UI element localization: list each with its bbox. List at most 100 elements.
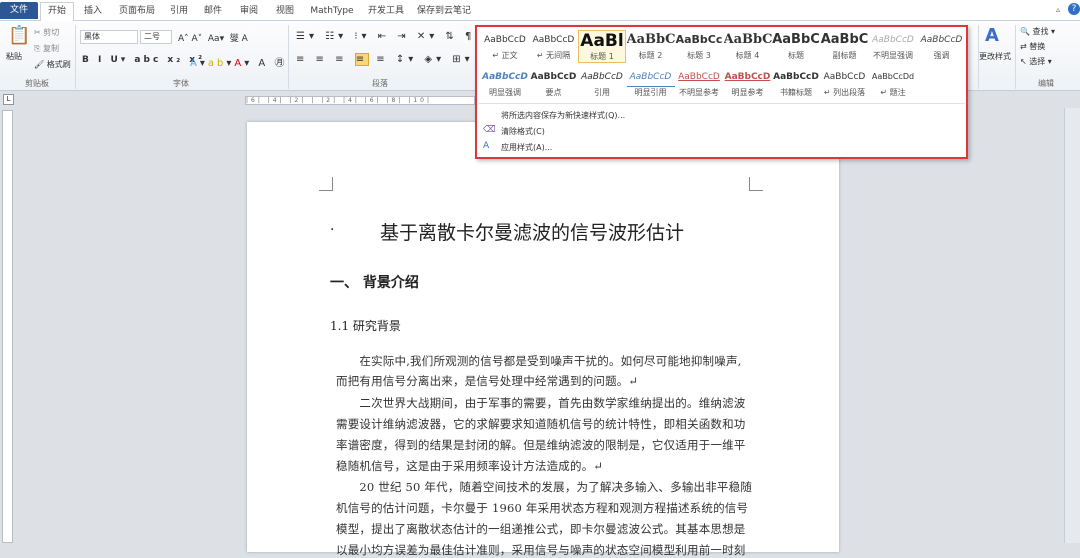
style-要点[interactable]: AaBbCcD 要点 bbox=[530, 67, 578, 98]
style-name: 引用 bbox=[594, 88, 610, 97]
tab-review[interactable]: 审阅 bbox=[234, 3, 264, 21]
style-列出段落[interactable]: AaBbCcD ↵ 列出段落 bbox=[821, 67, 869, 98]
style-name: 不明显强调 bbox=[873, 51, 913, 60]
style-强调[interactable]: AaBbCcD 强调 bbox=[918, 30, 966, 61]
style-preview: AaBbCcD bbox=[626, 67, 675, 87]
style-标题[interactable]: AaBbC 标题 bbox=[772, 30, 820, 61]
clear-format-icon: ⌫ bbox=[483, 125, 496, 135]
style-name: 明显强调 bbox=[489, 88, 521, 97]
style-preview: AaBbCcD bbox=[872, 35, 914, 45]
style-明显强调[interactable]: AaBbCcD 明显强调 bbox=[481, 67, 529, 98]
style-标题2[interactable]: AaBbC 标题 2 bbox=[627, 30, 675, 61]
body-line: 率谱密度，得到的结果是封闭的解。但是维纳滤波的限制是，它仅适用于一维平 bbox=[336, 438, 746, 452]
style-preview: AaBl bbox=[580, 31, 624, 51]
tab-mailings[interactable]: 邮件 bbox=[198, 3, 228, 21]
format-painter-button[interactable]: 🖌 格式刷 bbox=[34, 59, 71, 70]
body-line: 模型，提出了离散状态估计的一组递推公式，即卡尔曼滤波公式。其基本思想是 bbox=[336, 522, 746, 536]
save-quick-style-menu-item[interactable]: 将所选内容保存为新快速样式(Q)... bbox=[501, 110, 625, 121]
style-preview: AaBbCcD bbox=[484, 35, 526, 45]
style-明显参考[interactable]: AaBbCcD 明显参考 bbox=[724, 67, 772, 98]
cut-button[interactable]: ✂ 剪切 bbox=[34, 27, 59, 38]
minimize-ribbon-icon[interactable]: ▵ bbox=[1056, 5, 1060, 14]
paste-button[interactable]: 粘贴 bbox=[6, 51, 22, 62]
styles-gallery-dropdown: AaBbCcD ↵ 正文 AaBbCcD ↵ 无间隔 AaBl 标题 1 AaBbC 标题 2… bbox=[475, 25, 968, 159]
style-题注[interactable]: AaBbCcDd ↵ 题注 bbox=[869, 67, 917, 98]
clear-formatting-menu-item[interactable]: 清除格式(C) bbox=[501, 126, 545, 137]
style-preview: AaBbCcD bbox=[678, 72, 720, 82]
style-name: ↵ 列出段落 bbox=[823, 88, 866, 97]
list-buttons[interactable]: ☰▾ ☷▾ ⁝▾ ⇤ ⇥ ✕▾ ⇅ ¶ bbox=[296, 31, 475, 42]
document-title: 基于离散卡尔曼滤波的信号波形估计 bbox=[380, 222, 685, 244]
tab-file[interactable]: 文件 bbox=[0, 2, 38, 19]
alignment-buttons[interactable]: ≡ ≡ ≡ ≡ ≡ ↕▾ ◈▾ ⊞▾ bbox=[296, 53, 474, 66]
style-preview: AaBbCcD bbox=[724, 72, 771, 82]
style-preview: AaBbCcD bbox=[532, 35, 575, 45]
tab-references[interactable]: 引用 bbox=[164, 3, 194, 21]
style-name: ↵ 无间隔 bbox=[536, 51, 571, 60]
style-preview: AaBbCcD bbox=[530, 72, 577, 82]
format-painter-label: 格式刷 bbox=[46, 60, 71, 69]
tab-selector[interactable]: L bbox=[3, 94, 14, 105]
style-书籍标题[interactable]: AaBbCcD 书籍标题 bbox=[772, 67, 820, 98]
tab-view[interactable]: 视图 bbox=[270, 3, 300, 21]
style-副标题[interactable]: AaBbC 副标题 bbox=[821, 30, 869, 61]
style-标题3[interactable]: AaBbCc 标题 3 bbox=[675, 30, 723, 61]
heading-2: 1.1 研究背景 bbox=[330, 319, 401, 333]
group-font: 字体 bbox=[173, 79, 189, 88]
help-icon[interactable]: ? bbox=[1068, 3, 1080, 15]
style-name: 要点 bbox=[545, 88, 562, 97]
tab-home[interactable]: 开始 bbox=[40, 2, 74, 22]
style-preview: AaBbCcD bbox=[823, 72, 866, 82]
change-styles-icon[interactable]: A bbox=[985, 25, 999, 46]
font-format-buttons[interactable]: B I U▾ abc x₂ x² bbox=[82, 55, 205, 65]
tab-page-layout[interactable]: 页面布局 bbox=[112, 3, 162, 21]
style-preview: AaBbC bbox=[626, 32, 675, 47]
style-不明显强调[interactable]: AaBbCcD 不明显强调 bbox=[869, 30, 917, 61]
find-label: 查找 bbox=[1032, 27, 1049, 36]
style-标题4[interactable]: AaBbC 标题 4 bbox=[724, 30, 772, 61]
tab-cloud-notes[interactable]: 保存到云笔记 bbox=[416, 3, 472, 21]
body-line: 在实际中,我们所观测的信号都是受到噪声干扰的。如何尽可能地抑制噪声, bbox=[336, 354, 742, 368]
replace-button[interactable]: ⇄ 替换 bbox=[1020, 41, 1045, 52]
font-name-select[interactable]: 黑体 bbox=[80, 30, 138, 44]
body-line: 以最小均方误差为最佳估计准则，采用信号与噪声的状态空间模型利用前一时刻 bbox=[336, 543, 746, 557]
cut-label: 剪切 bbox=[43, 28, 60, 37]
style-preview: AaBbC bbox=[723, 32, 772, 47]
font-size-buttons[interactable]: A˄ A˅ Aa▾ 燮 A bbox=[178, 31, 248, 44]
apply-styles-menu-item[interactable]: 应用样式(A)... bbox=[501, 142, 552, 153]
copy-button[interactable]: ⎘ 复制 bbox=[34, 43, 59, 54]
body-line: 机信号的估计问题，卡尔曼于 1960 年采用状态方程和观测方程描述系统的信号 bbox=[336, 501, 749, 515]
ribbon-tabs: 文件 开始 插入 页面布局 引用 邮件 审阅 视图 MathType 开发工具 … bbox=[0, 0, 1080, 22]
style-name: 标题 2 bbox=[638, 51, 663, 60]
body-line: 而把有用信号分离出来，是信号处理中经常遇到的问题。↵ bbox=[336, 374, 639, 388]
style-preview: AaBbCc bbox=[675, 33, 723, 46]
style-明显引用[interactable]: AaBbCcD 明显引用 bbox=[626, 67, 675, 98]
font-color-buttons[interactable]: A▾ab▾A▾ A ㊊ bbox=[190, 54, 287, 69]
style-preview: AaBbCcD bbox=[920, 35, 963, 45]
style-无间隔[interactable]: AaBbCcD ↵ 无间隔 bbox=[530, 30, 578, 61]
horizontal-ruler[interactable]: |6| |4| |2| | |2| |4| |6| |8| |10| bbox=[245, 96, 475, 105]
find-button[interactable]: 🔍 查找 ▾ bbox=[1020, 26, 1055, 37]
tab-mathtype[interactable]: MathType bbox=[306, 3, 358, 21]
paste-icon[interactable]: 📋 bbox=[8, 25, 30, 46]
copy-label: 复制 bbox=[42, 44, 59, 53]
vertical-ruler[interactable] bbox=[2, 110, 13, 543]
style-preview: AaBbCcD bbox=[581, 72, 623, 82]
style-不明显参考[interactable]: AaBbCcD 不明显参考 bbox=[675, 67, 723, 98]
body-line: 稳随机信号，这是由于采用频率设计方法造成的。↵ bbox=[336, 459, 604, 473]
vertical-scrollbar[interactable] bbox=[1064, 108, 1080, 543]
style-name: 明显引用 bbox=[634, 88, 667, 97]
style-preview: AaBbC bbox=[772, 32, 820, 47]
style-preview: AaBbCcD bbox=[773, 72, 819, 82]
style-name: 标题 1 bbox=[590, 52, 614, 61]
change-styles-button[interactable]: 更改样式 bbox=[979, 51, 1011, 62]
style-preview: AaBbC bbox=[820, 32, 869, 47]
font-size-select[interactable]: 二号 bbox=[140, 30, 172, 44]
select-button[interactable]: ↖ 选择 ▾ bbox=[1020, 56, 1052, 67]
style-标题1[interactable]: AaBl 标题 1 bbox=[578, 30, 626, 63]
style-引用[interactable]: AaBbCcD 引用 bbox=[578, 67, 626, 98]
style-正文[interactable]: AaBbCcD ↵ 正文 bbox=[481, 30, 529, 61]
tab-insert[interactable]: 插入 bbox=[78, 3, 108, 21]
tab-developer[interactable]: 开发工具 bbox=[364, 3, 408, 21]
style-name: 标题 bbox=[788, 51, 804, 60]
